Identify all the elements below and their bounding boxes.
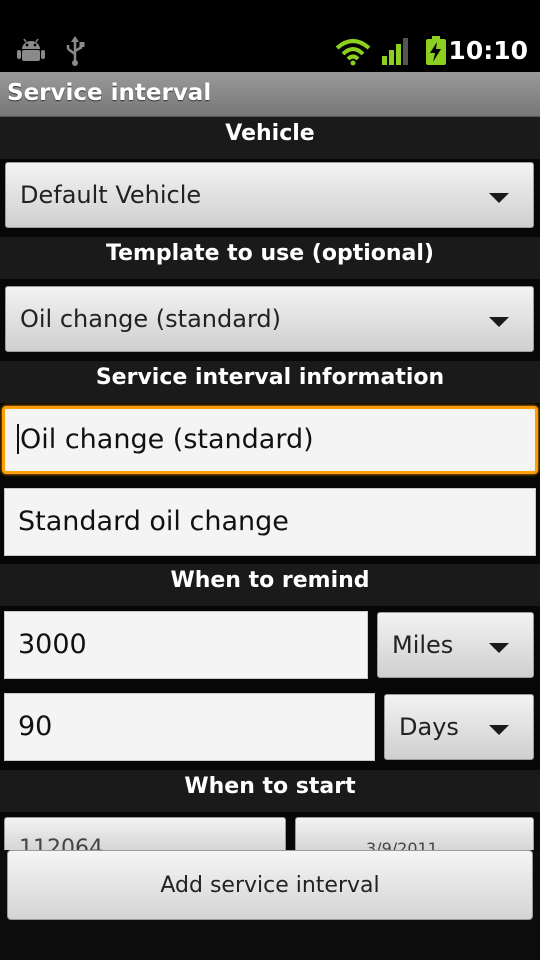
chevron-down-icon: [489, 317, 509, 327]
time-unit-value: Days: [399, 713, 459, 741]
interval-description-value: Standard oil change: [18, 506, 289, 537]
interval-name-value: Oil change (standard): [20, 424, 314, 455]
template-spinner[interactable]: Oil change (standard): [5, 286, 534, 352]
wifi-icon: [335, 39, 371, 66]
add-service-interval-button[interactable]: Add service interval: [7, 850, 533, 920]
chevron-down-icon: [489, 193, 509, 203]
start-odometer-field[interactable]: 112064: [4, 817, 286, 850]
section-header-vehicle: Vehicle: [0, 117, 540, 159]
clock: 10:10: [448, 36, 528, 65]
title-bar: Service interval: [0, 72, 540, 117]
page-title: Service interval: [7, 80, 212, 106]
template-spinner-value: Oil change (standard): [20, 305, 281, 333]
distance-unit-spinner[interactable]: Miles: [377, 612, 534, 678]
time-value: 90: [18, 711, 53, 742]
start-odometer-value: 112064: [19, 836, 103, 850]
time-field[interactable]: 90: [4, 693, 375, 761]
usb-icon: [66, 36, 85, 66]
bottom-action-bar: Add service interval: [0, 850, 540, 960]
section-header-template: Template to use (optional): [0, 237, 540, 279]
text-cursor: [17, 423, 19, 454]
android-debug-icon: [17, 38, 45, 61]
distance-field[interactable]: 3000: [4, 611, 368, 679]
interval-description-field[interactable]: Standard oil change: [4, 488, 536, 556]
distance-unit-value: Miles: [392, 631, 454, 659]
form-scroll-area[interactable]: Vehicle Default Vehicle Template to use …: [0, 117, 540, 850]
status-bar: 10:10: [0, 0, 540, 72]
vehicle-spinner[interactable]: Default Vehicle: [5, 162, 534, 228]
time-unit-spinner[interactable]: Days: [384, 694, 534, 760]
chevron-down-icon: [489, 725, 509, 735]
chevron-down-icon: [489, 643, 509, 653]
start-date-button[interactable]: 3/9/2011: [295, 817, 534, 850]
distance-value: 3000: [18, 629, 87, 660]
battery-charging-icon: [426, 36, 446, 65]
section-header-remind: When to remind: [0, 564, 540, 606]
signal-icon: [382, 38, 408, 65]
section-header-info: Service interval information: [0, 361, 540, 403]
start-date-value: 3/9/2011: [366, 839, 438, 850]
vehicle-spinner-value: Default Vehicle: [20, 181, 202, 209]
interval-name-field[interactable]: Oil change (standard): [2, 406, 538, 474]
section-header-start: When to start: [0, 770, 540, 812]
